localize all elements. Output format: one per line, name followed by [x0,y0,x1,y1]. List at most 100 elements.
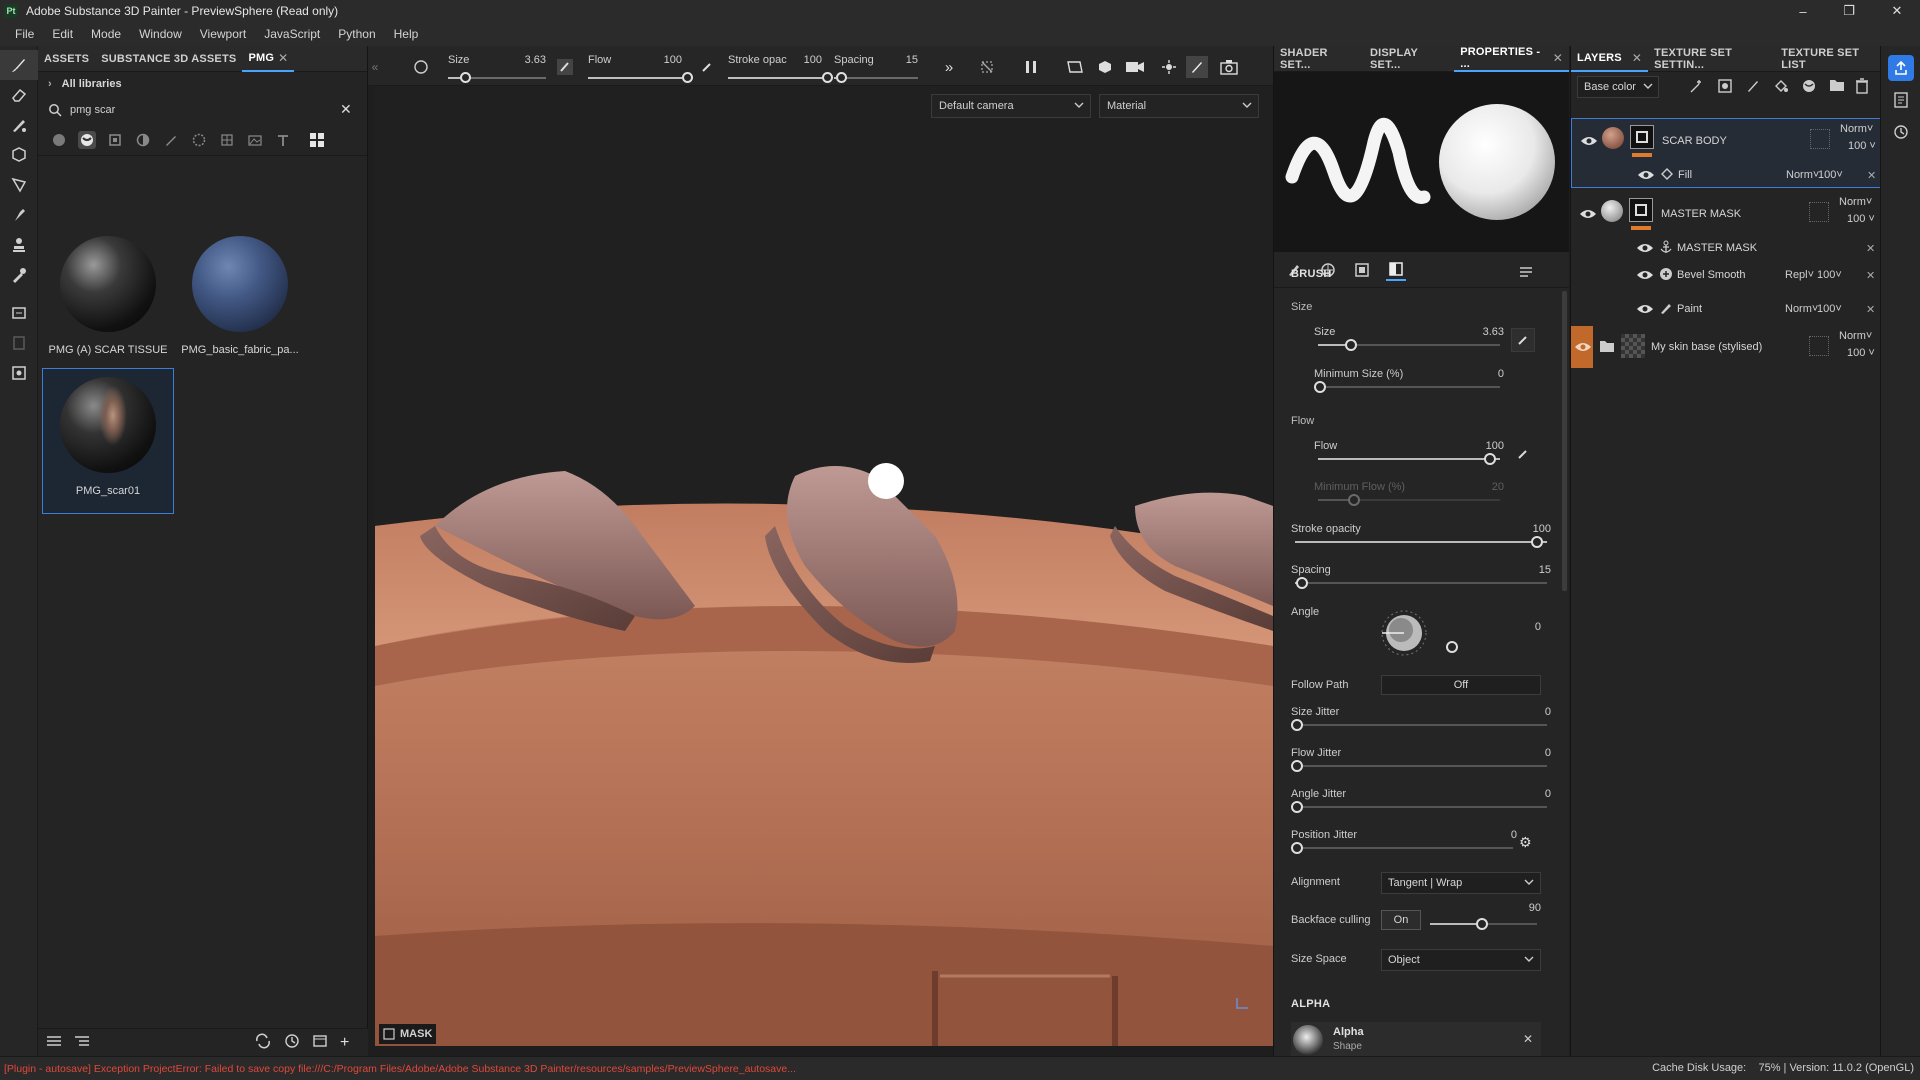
brush-presets-icon[interactable] [1519,266,1533,281]
add-fill-layer-icon[interactable] [1773,78,1789,97]
expand-toolbar-icon[interactable]: » [938,56,960,78]
geometry-mask-tool-icon[interactable] [0,140,38,170]
remove-effect-icon[interactable]: ✕ [1866,242,1875,255]
tab-shader-settings[interactable]: SHADER SET... [1274,46,1364,72]
layer-scar-body[interactable]: SCAR BODY Norm˅ 100 ˅ Fill Norm˅ 100˅ ✕ [1571,118,1881,188]
brush-shape-icon[interactable] [410,56,432,78]
tab-substance-3d-assets[interactable]: SUBSTANCE 3D ASSETS [95,46,242,72]
toolbar-stroke-knob[interactable] [822,72,833,83]
remove-effect-icon[interactable]: ✕ [1866,303,1875,316]
bake-tool-icon[interactable] [0,298,38,328]
size-space-select[interactable]: Object [1381,949,1541,971]
angle-jitter-knob[interactable] [1291,801,1303,813]
tab-texture-set-list[interactable]: TEXTURE SET LIST [1775,46,1880,72]
tab-texture-set-settings[interactable]: TEXTURE SET SETTIN... [1648,46,1775,72]
effect-blend-mode[interactable]: Repl˅ [1785,269,1814,281]
remove-effect-icon[interactable]: ✕ [1866,269,1875,282]
filter-particles-icon[interactable] [190,131,208,149]
position-jitter-settings-icon[interactable]: ⚙ [1519,834,1532,851]
toolbar-stroke-opacity-control[interactable]: Stroke opac 100 [728,50,833,83]
filter-smart-masks-icon[interactable] [106,131,124,149]
stroke-opacity-slider[interactable]: Stroke opacity 100 [1291,523,1551,553]
filter-fonts-icon[interactable] [274,131,292,149]
mask-toggle[interactable]: MASK [379,1024,437,1044]
delete-layer-icon[interactable] [1855,78,1869,97]
angle-jitter-slider[interactable]: Angle Jitter 0 [1291,788,1551,818]
menu-edit[interactable]: Edit [43,27,82,41]
filter-filters-icon[interactable] [134,131,152,149]
properties-scrollbar[interactable] [1562,291,1567,591]
min-size-knob[interactable] [1314,381,1326,393]
stencil-subtab-icon[interactable] [1352,259,1372,281]
backface-angle-knob[interactable] [1476,918,1488,930]
symmetry-off-icon[interactable] [976,56,998,78]
flow-pressure-icon[interactable] [696,56,718,78]
effect-blend-mode[interactable]: Norm˅ [1785,303,1818,315]
alpha-subtab-icon[interactable] [1386,259,1406,281]
menu-file[interactable]: File [6,27,43,41]
spacing-knob[interactable] [1295,577,1308,589]
polygon-fill-tool-icon[interactable] [0,170,38,200]
close-tab-icon[interactable]: ✕ [1632,51,1642,65]
toolbar-spacing-control[interactable]: Spacing 15 [834,50,934,83]
add-mask-icon[interactable] [1717,78,1733,97]
flow-pressure-icon[interactable] [1511,442,1535,466]
spacing-slider[interactable]: Spacing 15 [1291,564,1551,594]
stroke-opacity-knob[interactable] [1531,536,1543,548]
flow-knob[interactable] [1484,453,1496,465]
menu-python[interactable]: Python [329,27,384,41]
visibility-eye-icon[interactable] [1636,241,1654,255]
menu-window[interactable]: Window [130,27,191,41]
display-mode-icon[interactable] [1094,56,1116,78]
visibility-eye-icon[interactable] [1579,207,1597,221]
history-icon[interactable] [284,1033,300,1052]
library-breadcrumb[interactable]: › All libraries [38,72,367,96]
clear-search-icon[interactable]: ✕ [340,101,352,118]
layer-mask-slot[interactable] [1809,336,1829,356]
angle-knob[interactable] [1446,641,1458,653]
channel-select[interactable]: Base color [1577,76,1659,98]
filter-environments-icon[interactable] [246,131,264,149]
layer-opacity[interactable]: 100 ˅ [1847,213,1875,225]
tab-properties[interactable]: PROPERTIES - ... ✕ [1454,46,1569,72]
tab-pmg[interactable]: PMG ✕ [242,46,295,72]
screenshot-icon[interactable] [1218,56,1240,78]
layer-blend-mode[interactable]: Norm˅ [1839,196,1872,208]
layer-mask-slot[interactable] [1810,129,1830,149]
alignment-select[interactable]: Tangent | Wrap [1381,872,1541,894]
close-tab-icon[interactable]: ✕ [278,51,288,65]
layer-master-mask[interactable]: MASTER MASK Norm˅ 100 ˅ MASTER MASK ✕ Be… [1571,192,1881,300]
effect-blend-mode[interactable]: Norm˅ [1786,169,1819,181]
grid-view-icon[interactable] [308,131,326,149]
collapse-left-icon[interactable]: « [364,56,386,78]
filter-textures-icon[interactable] [218,131,236,149]
toolbar-size-control[interactable]: Size 3.63 [448,50,548,83]
pause-icon[interactable] [1020,56,1042,78]
layer-folder-skin-base[interactable]: My skin base (stylised) Norm˅ 100 ˅ [1571,326,1881,368]
refresh-icon[interactable] [254,1033,272,1052]
visibility-eye-icon[interactable] [1637,168,1655,182]
filter-smart-materials-icon[interactable] [78,130,96,149]
remove-effect-icon[interactable]: ✕ [1867,169,1876,182]
flow-slider[interactable]: Flow 100 [1314,440,1504,470]
iray-icon[interactable] [1158,56,1180,78]
tab-display-settings[interactable]: DISPLAY SET... [1364,46,1454,72]
add-icon[interactable]: + [340,1034,349,1052]
visibility-eye-icon[interactable] [1636,302,1654,316]
camera-select[interactable]: Default camera [931,94,1091,118]
filter-brushes-icon[interactable] [162,131,180,149]
menu-javascript[interactable]: JavaScript [255,27,329,41]
eraser-tool-icon[interactable] [0,80,38,110]
effect-opacity[interactable]: 100˅ [1818,169,1843,181]
flow-jitter-knob[interactable] [1291,760,1303,772]
size-jitter-slider[interactable]: Size Jitter 0 [1291,706,1551,736]
close-window-icon[interactable]: ✕ [1874,0,1920,22]
toolbar-flow-knob[interactable] [682,72,693,83]
effect-opacity[interactable]: 100˅ [1817,269,1842,281]
toolbar-spacing-knob[interactable] [835,72,847,83]
list-view-icon[interactable] [46,1034,62,1051]
pen-pressure-icon[interactable] [554,56,576,78]
tab-assets[interactable]: ASSETS [38,46,95,72]
camera-icon[interactable] [1124,56,1146,78]
backface-angle-slider[interactable]: 90 [1426,902,1541,938]
